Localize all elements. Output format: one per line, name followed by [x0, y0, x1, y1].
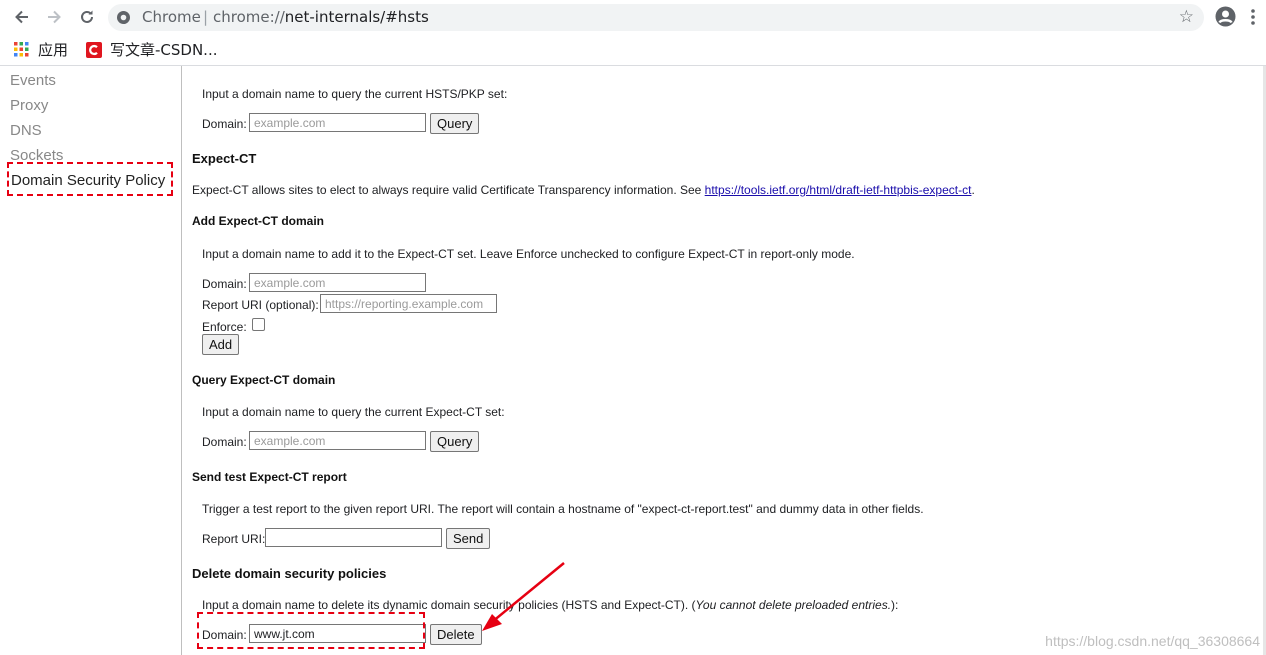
query-expect-ct-heading: Query Expect-CT domain: [192, 373, 336, 387]
send-test-report-description: Trigger a test report to the given repor…: [202, 502, 924, 516]
send-test-report-heading: Send test Expect-CT report: [192, 470, 347, 484]
query-ct-domain-input[interactable]: [249, 431, 426, 450]
highlight-annotation-box: [197, 612, 425, 649]
add-ct-report-uri-input[interactable]: [320, 294, 497, 313]
apps-grid-icon: [14, 42, 29, 57]
add-expect-ct-description: Input a domain name to add it to the Exp…: [202, 247, 855, 261]
sidebar-item-dns[interactable]: DNS: [10, 122, 42, 139]
sidebar-item-proxy[interactable]: Proxy: [10, 97, 48, 114]
sidebar-item-events[interactable]: Events: [10, 72, 56, 89]
browser-toolbar: Chrome | chrome://net-internals/#hsts ☆: [0, 0, 1266, 34]
highlight-annotation-box: [7, 162, 173, 196]
delete-description-text: Input a domain name to delete its dynami…: [202, 598, 696, 612]
annotation-arrow-icon: [482, 562, 565, 631]
account-icon[interactable]: [1215, 6, 1236, 31]
csdn-logo-icon: [86, 41, 102, 58]
bookmarks-bar: 应用 写文章-CSDN...: [0, 34, 1266, 66]
bookmark-label: 应用: [38, 41, 69, 59]
chrome-page-icon: [116, 10, 131, 29]
domain-label: Domain:: [202, 277, 247, 291]
report-uri-label: Report URI (optional):: [202, 298, 319, 312]
query-expect-ct-description: Input a domain name to query the current…: [202, 405, 505, 419]
report-uri-label: Report URI:: [202, 532, 266, 546]
forward-arrow-icon: [48, 10, 61, 24]
add-expect-ct-heading: Add Expect-CT domain: [192, 214, 325, 228]
add-expect-ct-button[interactable]: Add: [202, 334, 240, 355]
expect-ct-description-text: Expect-CT allows sites to elect to alway…: [192, 183, 705, 197]
reload-button[interactable]: [74, 4, 100, 30]
delete-description-end: ):: [891, 598, 899, 612]
address-bar[interactable]: Chrome | chrome://net-internals/#hsts ☆: [108, 4, 1204, 31]
more-menu-icon[interactable]: [1250, 8, 1256, 30]
delete-description-note: You cannot delete preloaded entries.: [695, 598, 892, 612]
hsts-query-domain-input[interactable]: [249, 113, 426, 132]
forward-button[interactable]: [41, 4, 67, 30]
domain-label: Domain:: [202, 117, 247, 131]
bookmark-apps[interactable]: 应用: [14, 39, 68, 60]
hsts-query-button[interactable]: Query: [430, 113, 480, 134]
enforce-checkbox[interactable]: [252, 318, 265, 331]
bookmark-label: 写文章-CSDN...: [110, 41, 218, 59]
delete-policies-heading: Delete domain security policies: [192, 566, 387, 581]
reload-icon: [81, 10, 93, 23]
send-report-uri-input[interactable]: [265, 528, 442, 547]
query-expect-ct-button[interactable]: Query: [430, 431, 480, 452]
sidebar: Events Proxy DNS Sockets Domain Security…: [0, 66, 182, 655]
url-scheme: chrome://: [213, 8, 285, 26]
expect-ct-description: Expect-CT allows sites to elect to alway…: [192, 183, 975, 197]
watermark-text: https://blog.csdn.net/qq_36308664: [1045, 633, 1260, 649]
back-button[interactable]: [9, 4, 35, 30]
site-name: Chrome: [142, 8, 201, 26]
enforce-label: Enforce:: [202, 320, 247, 334]
back-arrow-icon: [15, 10, 28, 24]
expect-ct-description-end: .: [971, 183, 975, 197]
bookmark-csdn[interactable]: 写文章-CSDN...: [86, 39, 217, 60]
hsts-query-description: Input a domain name to query the current…: [202, 87, 508, 101]
url-path: net-internals/#hsts: [284, 8, 429, 26]
main-content: Input a domain name to query the current…: [182, 66, 1266, 655]
domain-label: Domain:: [202, 435, 247, 449]
expect-ct-heading: Expect-CT: [192, 151, 257, 166]
add-ct-domain-input[interactable]: [249, 273, 426, 292]
bookmark-star-icon[interactable]: ☆: [1179, 8, 1194, 26]
url-text: chrome://net-internals/#hsts: [213, 8, 429, 26]
expect-ct-spec-link[interactable]: https://tools.ietf.org/html/draft-ietf-h…: [705, 183, 972, 197]
url-separator: |: [203, 8, 209, 26]
send-test-report-button[interactable]: Send: [446, 528, 491, 549]
